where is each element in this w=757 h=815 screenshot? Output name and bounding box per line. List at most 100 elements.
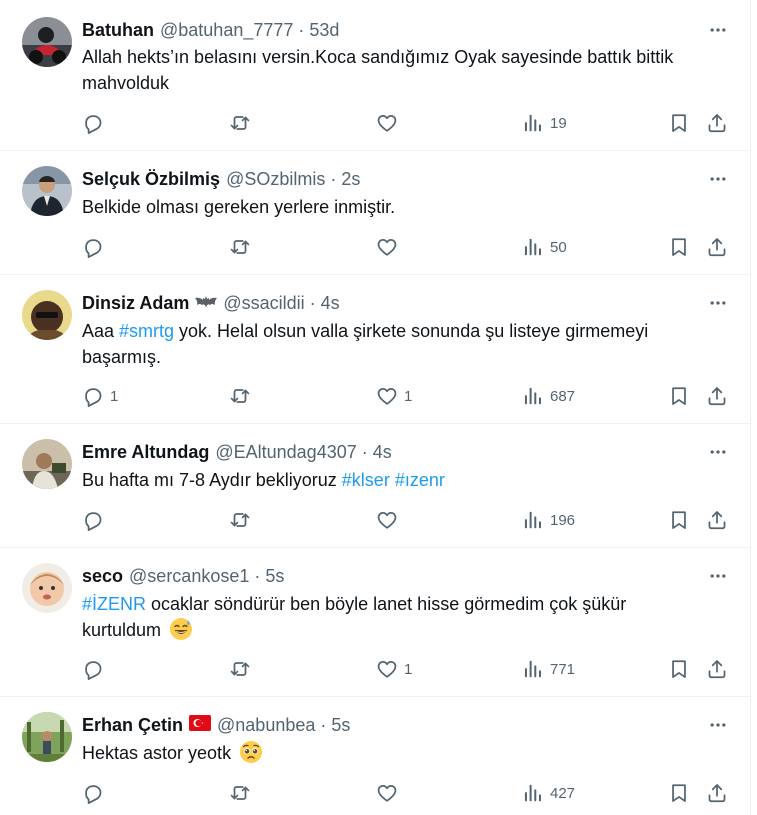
more-icon[interactable] [706, 713, 730, 737]
avatar[interactable] [22, 166, 72, 216]
author-handle[interactable]: @batuhan_7777 [160, 19, 293, 41]
timeline-feed: Batuhan @batuhan_7777 · 53d Allah hekts’… [0, 0, 751, 815]
views-icon [522, 658, 544, 680]
bookmark-icon [668, 509, 690, 531]
separator: · [298, 20, 305, 40]
retweet-button[interactable] [229, 655, 257, 683]
tweet-time[interactable]: 2s [341, 168, 360, 190]
avatar[interactable] [22, 17, 72, 67]
tweet[interactable]: Erhan Çetin @nabunbea · 5s Hektas astor … [0, 697, 750, 815]
views-button[interactable]: 427 [522, 779, 575, 807]
reply-button[interactable] [82, 779, 110, 807]
hashtag-link[interactable]: #İZENR [82, 594, 146, 614]
author-name[interactable]: Selçuk Özbilmiş [82, 168, 220, 190]
bookmark-button[interactable] [668, 382, 690, 410]
author-handle[interactable]: @EAltundag4307 [215, 441, 356, 463]
tweet[interactable]: Dinsiz Adam @ssacildii · 4s Aaa #smrtg y… [0, 275, 750, 424]
author-handle[interactable]: @sercankose1 [129, 565, 249, 587]
like-button[interactable] [376, 779, 404, 807]
author-handle[interactable]: @SOzbilmis [226, 168, 325, 190]
retweet-icon [229, 509, 251, 531]
like-button[interactable]: 1 [376, 382, 412, 410]
views-icon [522, 509, 544, 531]
more-icon[interactable] [706, 18, 730, 42]
author-name[interactable]: Batuhan [82, 19, 154, 41]
tweet[interactable]: Emre Altundag @EAltundag4307 · 4s Bu haf… [0, 424, 750, 548]
author-handle[interactable]: @nabunbea [217, 714, 315, 736]
reply-button[interactable] [82, 233, 110, 261]
pleading-face-emoji [239, 740, 263, 764]
reply-button[interactable] [82, 655, 110, 683]
hashtag-link[interactable]: #klser [342, 470, 390, 490]
bookmark-button[interactable] [668, 655, 690, 683]
retweet-icon [229, 658, 251, 680]
avatar[interactable] [22, 712, 72, 762]
hashtag-link[interactable]: #ızenr [395, 470, 445, 490]
tweet-time[interactable]: 5s [331, 714, 350, 736]
reply-button[interactable] [82, 109, 110, 137]
share-button[interactable] [706, 779, 728, 807]
tweet-text: Aaa #smrtg yok. Helal olsun valla şirket… [82, 318, 722, 370]
tweet-text-segment: ocaklar söndürür ben böyle lanet hisse g… [146, 594, 627, 614]
view-count: 196 [550, 511, 576, 529]
author-handle[interactable]: @ssacildii [223, 292, 304, 314]
bookmark-button[interactable] [668, 109, 690, 137]
bookmark-button[interactable] [668, 233, 690, 261]
like-button[interactable]: 1 [376, 655, 412, 683]
tweet-text-segment: yok. Helal olsun valla şirkete sonunda ş… [174, 321, 649, 341]
bookmark-button[interactable] [668, 779, 690, 807]
reply-icon [82, 385, 104, 407]
retweet-button[interactable] [229, 506, 257, 534]
view-count: 771 [550, 660, 576, 678]
share-button[interactable] [706, 233, 728, 261]
share-button[interactable] [706, 382, 728, 410]
more-icon[interactable] [706, 440, 730, 464]
view-count: 19 [550, 114, 567, 132]
tweet-time[interactable]: 53d [309, 19, 339, 41]
views-button[interactable]: 196 [522, 506, 575, 534]
share-icon [706, 782, 728, 804]
hashtag-link[interactable]: #smrtg [119, 321, 174, 341]
views-icon [522, 112, 544, 134]
views-button[interactable]: 50 [522, 233, 567, 261]
tweet[interactable]: Selçuk Özbilmiş @SOzbilmis · 2s Belkide … [0, 151, 750, 275]
more-icon[interactable] [706, 291, 730, 315]
author-name[interactable]: Emre Altundag [82, 441, 209, 463]
author-name[interactable]: Erhan Çetin [82, 714, 183, 736]
like-count: 1 [404, 387, 413, 405]
views-button[interactable]: 771 [522, 655, 575, 683]
like-button[interactable] [376, 506, 404, 534]
like-button[interactable] [376, 109, 404, 137]
share-button[interactable] [706, 109, 728, 137]
tweet[interactable]: seco @sercankose1 · 5s #İZENR ocaklar sö… [0, 548, 750, 697]
more-icon[interactable] [706, 564, 730, 588]
views-button[interactable]: 19 [522, 109, 567, 137]
avatar[interactable] [22, 439, 72, 489]
retweet-button[interactable] [229, 779, 257, 807]
tweet-time[interactable]: 4s [373, 441, 392, 463]
like-icon [376, 509, 398, 531]
views-icon [522, 385, 544, 407]
reply-button[interactable]: 1 [82, 382, 118, 410]
like-button[interactable] [376, 233, 404, 261]
avatar[interactable] [22, 563, 72, 613]
share-button[interactable] [706, 506, 728, 534]
more-icon[interactable] [706, 167, 730, 191]
tweet-actions: 19 [0, 109, 750, 137]
avatar[interactable] [22, 290, 72, 340]
author-name[interactable]: Dinsiz Adam [82, 292, 189, 314]
retweet-button[interactable] [229, 109, 257, 137]
tweet[interactable]: Batuhan @batuhan_7777 · 53d Allah hekts’… [0, 0, 750, 151]
bookmark-button[interactable] [668, 506, 690, 534]
bat-icon [195, 292, 218, 314]
tweet-time[interactable]: 5s [265, 565, 284, 587]
share-icon [706, 112, 728, 134]
tweet-time[interactable]: 4s [321, 292, 340, 314]
retweet-button[interactable] [229, 233, 257, 261]
author-name[interactable]: seco [82, 565, 123, 587]
retweet-button[interactable] [229, 382, 257, 410]
reply-button[interactable] [82, 506, 110, 534]
tweet-text-segment: Bu hafta mı 7-8 Aydır bekliyoruz [82, 470, 342, 490]
share-button[interactable] [706, 655, 728, 683]
views-button[interactable]: 687 [522, 382, 575, 410]
